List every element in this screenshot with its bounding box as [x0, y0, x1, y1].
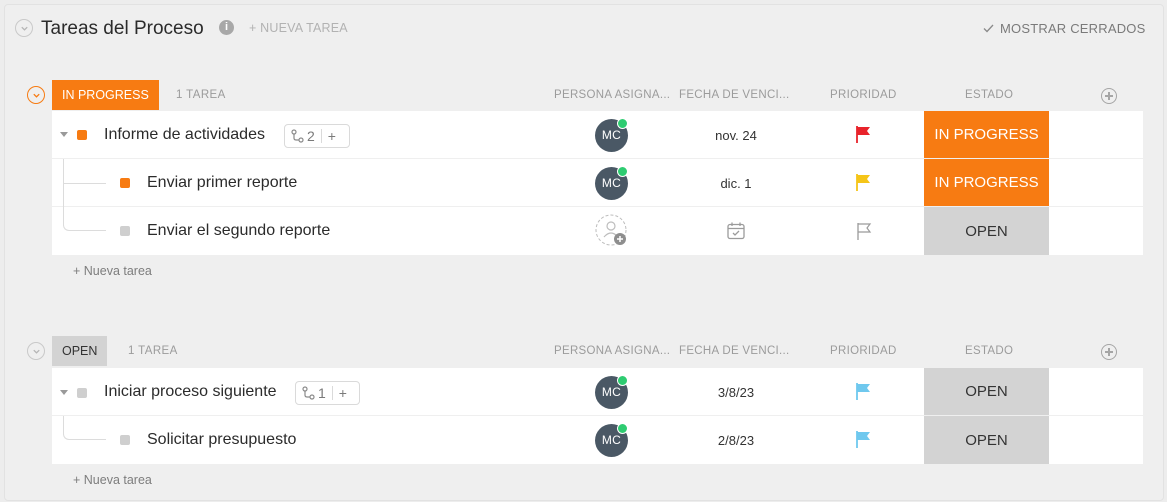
flag-yellow-icon[interactable]	[855, 173, 872, 192]
group-status-badge[interactable]: OPEN	[52, 336, 108, 366]
new-task-link[interactable]: + Nueva tarea	[73, 264, 152, 278]
flag-red-icon[interactable]	[855, 125, 872, 144]
task-name[interactable]: Enviar el segundo reporte	[147, 222, 330, 240]
online-indicator	[617, 375, 628, 386]
column-header-status[interactable]: ESTADO	[965, 345, 1013, 357]
page-title: Tareas del Proceso	[41, 18, 204, 39]
online-indicator	[617, 423, 628, 434]
status-square-icon[interactable]	[120, 178, 130, 188]
tree-connector	[63, 159, 106, 184]
due-date[interactable]: nov. 24	[681, 128, 791, 143]
column-header-assignee[interactable]: PERSONA ASIGNA...	[554, 345, 670, 357]
subtask-icon	[291, 129, 304, 143]
task-name[interactable]: Enviar primer reporte	[147, 174, 297, 192]
add-subtask-button[interactable]: +	[333, 382, 353, 404]
task-name[interactable]: Informe de actividades	[104, 126, 265, 144]
new-task-button[interactable]: + NUEVA TAREA	[249, 21, 348, 35]
collapse-section-icon[interactable]	[15, 19, 33, 37]
column-header-due-date[interactable]: FECHA DE VENCI...	[679, 89, 790, 101]
status-cell[interactable]: IN PROGRESS	[924, 111, 1049, 158]
expand-caret-icon[interactable]	[60, 132, 68, 137]
status-square-icon[interactable]	[120, 226, 130, 236]
status-square-icon[interactable]	[77, 388, 87, 398]
add-column-icon[interactable]	[1101, 88, 1117, 104]
subtask-counter[interactable]: 2 +	[284, 124, 350, 148]
due-date[interactable]: 3/8/23	[681, 385, 791, 400]
show-closed-label: MOSTRAR CERRADOS	[1000, 21, 1146, 36]
collapse-group-icon[interactable]	[27, 86, 45, 104]
status-cell[interactable]: OPEN	[924, 416, 1049, 464]
task-name[interactable]: Iniciar proceso siguiente	[104, 383, 277, 401]
due-date[interactable]: dic. 1	[681, 176, 791, 191]
status-square-icon[interactable]	[120, 435, 130, 445]
group-task-count: 1 TAREA	[128, 345, 178, 357]
column-header-priority[interactable]: PRIORIDAD	[830, 345, 897, 357]
flag-blue-icon[interactable]	[855, 382, 872, 401]
group-task-count: 1 TAREA	[176, 89, 226, 101]
subtask-count: 1	[318, 385, 326, 401]
subtask-icon	[302, 386, 315, 400]
info-icon[interactable]: i	[219, 20, 234, 35]
column-header-due-date[interactable]: FECHA DE VENCI...	[679, 345, 790, 357]
status-square-icon[interactable]	[77, 130, 87, 140]
flag-blue-icon[interactable]	[855, 430, 872, 449]
calendar-icon[interactable]	[726, 221, 746, 241]
online-indicator	[617, 118, 628, 129]
column-header-priority[interactable]: PRIORIDAD	[830, 89, 897, 101]
flag-outline-icon[interactable]	[856, 222, 873, 241]
tree-connector	[63, 183, 106, 231]
show-closed-button[interactable]: MOSTRAR CERRADOS	[983, 21, 1146, 36]
subtask-counter[interactable]: 1 +	[295, 381, 360, 405]
add-assignee-icon[interactable]	[595, 214, 629, 248]
add-subtask-button[interactable]: +	[322, 125, 342, 147]
add-column-icon[interactable]	[1101, 344, 1117, 360]
online-indicator	[617, 166, 628, 177]
tree-connector	[63, 416, 106, 440]
subtask-count: 2	[307, 128, 315, 144]
check-icon	[983, 24, 994, 33]
column-header-status[interactable]: ESTADO	[965, 89, 1013, 101]
collapse-group-icon[interactable]	[27, 342, 45, 360]
status-cell[interactable]: OPEN	[924, 207, 1049, 255]
new-task-link[interactable]: + Nueva tarea	[73, 473, 152, 487]
status-cell[interactable]: IN PROGRESS	[924, 159, 1049, 206]
expand-caret-icon[interactable]	[60, 390, 68, 395]
column-header-assignee[interactable]: PERSONA ASIGNA...	[554, 89, 670, 101]
status-cell[interactable]: OPEN	[924, 368, 1049, 415]
task-name[interactable]: Solicitar presupuesto	[147, 431, 296, 449]
due-date[interactable]: 2/8/23	[681, 433, 791, 448]
group-status-badge[interactable]: IN PROGRESS	[52, 80, 159, 110]
